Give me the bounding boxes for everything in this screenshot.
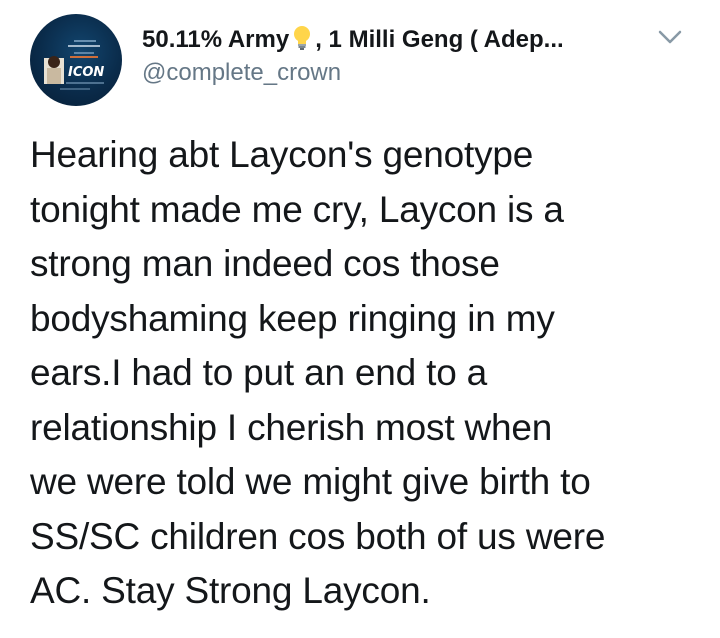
tweet-card: ICON 50.11% Army , 1 Milli Geng ( Adep..… bbox=[0, 0, 720, 638]
avatar-image: ICON bbox=[44, 40, 104, 90]
chevron-down-icon[interactable] bbox=[656, 26, 684, 48]
tweet-text-line: bodyshaming keep ringing in my bbox=[30, 297, 555, 339]
tweet-text-line: we were told we might give birth to bbox=[30, 461, 591, 502]
tweet-header: ICON 50.11% Army , 1 Milli Geng ( Adep..… bbox=[30, 14, 700, 106]
tweet-text-line: ears.I had to put an end to a bbox=[30, 352, 488, 393]
display-name-part1: 50.11% Army bbox=[142, 26, 290, 53]
tweet-text-line: AC. Stay Strong Laycon. bbox=[30, 570, 431, 611]
tweet-text: Hearing abt Laycon's genotype tonight ma… bbox=[30, 128, 702, 619]
display-name-part2: , 1 Milli Geng ( Adep... bbox=[315, 26, 564, 53]
avatar-logo-text: ICON bbox=[68, 65, 104, 80]
tweet-text-line: strong man indeed cos those bbox=[30, 243, 500, 284]
lightbulb-icon bbox=[291, 25, 313, 58]
display-name[interactable]: 50.11% Army , 1 Milli Geng ( Adep... bbox=[142, 22, 652, 58]
tweet-text-line: relationship I cherish most when bbox=[30, 406, 553, 448]
tweet-text-line: Hearing abt Laycon's genotype bbox=[30, 134, 534, 175]
tweet-text-line: tonight made me cry, Laycon is a bbox=[30, 188, 564, 230]
user-handle[interactable]: @complete_crown bbox=[142, 58, 341, 88]
tweet-text-line: SS/SC children cos both of us were bbox=[30, 515, 606, 557]
avatar[interactable]: ICON bbox=[30, 14, 122, 106]
